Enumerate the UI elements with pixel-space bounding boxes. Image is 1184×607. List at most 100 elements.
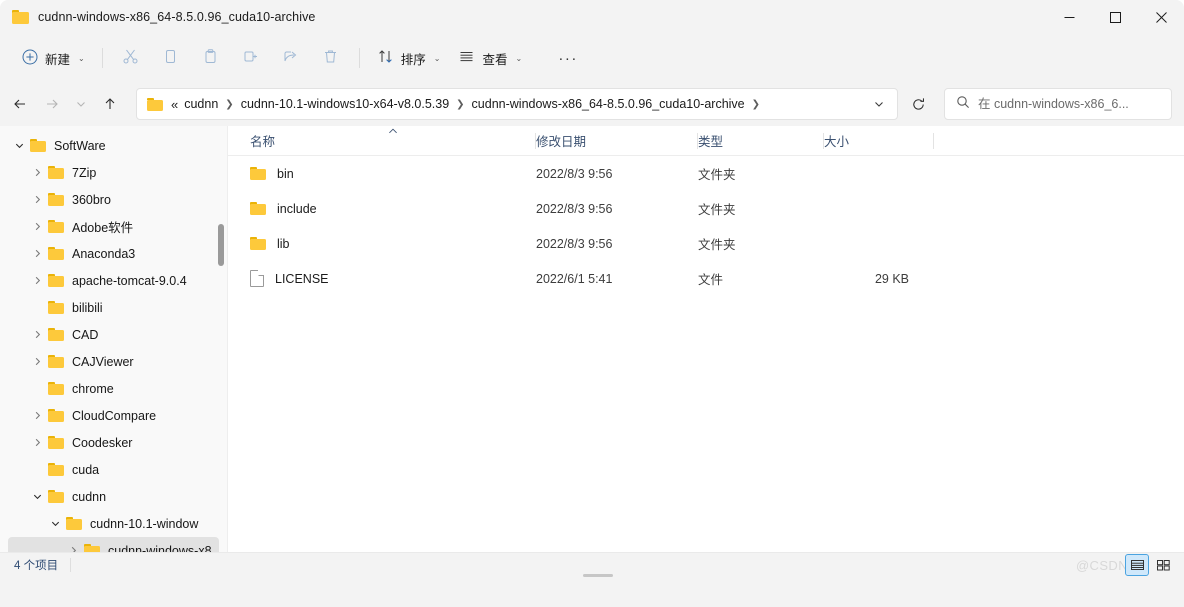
address-dropdown-button[interactable]: [865, 90, 893, 118]
file-name-cell: LICENSE: [250, 270, 536, 287]
toolbar-divider: [101, 48, 103, 68]
status-bar: 4 个项目 @CSDN: [0, 552, 1184, 577]
sidebar-scrollbar-thumb[interactable]: [218, 224, 224, 266]
tree-item-anaconda3[interactable]: Anaconda3: [8, 240, 219, 267]
refresh-button[interactable]: [902, 88, 934, 120]
column-header-size[interactable]: 大小: [824, 126, 934, 156]
tree-item-label: Coodesker: [72, 435, 133, 450]
tree-item-cudnn[interactable]: cudnn: [8, 483, 219, 510]
chevron-right-icon[interactable]: [26, 437, 48, 448]
new-button[interactable]: 新建 ⌄: [14, 42, 93, 74]
tree-item-cuda[interactable]: cuda: [8, 456, 219, 483]
share-icon: [282, 48, 299, 68]
chevron-right-icon[interactable]: [26, 329, 48, 340]
view-button-label: 查看: [482, 52, 508, 67]
chevron-right-icon[interactable]: [62, 545, 84, 552]
more-options-button[interactable]: ···: [549, 42, 587, 74]
chevron-down-icon: ⌄: [515, 53, 523, 63]
paste-button[interactable]: [192, 42, 230, 74]
file-type-cell: 文件夹: [698, 168, 736, 182]
table-row[interactable]: bin 2022/8/3 9:56 文件夹: [228, 156, 1178, 191]
window-controls: [1046, 0, 1184, 34]
horizontal-scrollbar[interactable]: [0, 574, 1184, 577]
back-button[interactable]: [4, 88, 36, 120]
toolbar-divider-2: [358, 48, 360, 68]
scissors-icon: [122, 48, 139, 68]
folder-icon: [30, 139, 46, 152]
tree-item-360bro[interactable]: 360bro: [8, 186, 219, 213]
cut-button[interactable]: [112, 42, 150, 74]
item-count-label: 4 个项目: [14, 560, 59, 572]
tree-item-coodesker[interactable]: Coodesker: [8, 429, 219, 456]
chevron-down-icon[interactable]: [44, 518, 66, 529]
file-rows: bin 2022/8/3 9:56 文件夹 include 2022/8/3 9:56 文…: [228, 156, 1184, 552]
details-view-icon[interactable]: [1125, 554, 1149, 576]
folder-icon: [48, 328, 64, 341]
breadcrumb-item-2[interactable]: cudnn-windows-x86_64-8.5.0.96_cuda10-arc…: [468, 94, 749, 114]
chevron-right-icon[interactable]: [26, 275, 48, 286]
horizontal-scrollbar-thumb[interactable]: [583, 574, 613, 577]
chevron-right-icon[interactable]: [26, 194, 48, 205]
breadcrumb-overflow[interactable]: «: [171, 97, 180, 112]
folder-icon: [250, 167, 266, 180]
column-header-date[interactable]: 修改日期: [536, 126, 698, 156]
column-resize-handle[interactable]: [933, 132, 934, 149]
tree-item-adobe[interactable]: Adobe软件: [8, 213, 219, 240]
folder-icon: [48, 247, 64, 260]
tree-item-software[interactable]: SoftWare: [8, 132, 219, 159]
file-type-cell: 文件: [698, 273, 724, 287]
chevron-right-icon[interactable]: [26, 167, 48, 178]
watermark: @CSDN: [1075, 558, 1128, 573]
folder-icon: [48, 490, 64, 503]
column-header-label: 修改日期: [536, 135, 587, 149]
column-header-label: 大小: [824, 135, 850, 149]
breadcrumb-item-1[interactable]: cudnn-10.1-windows10-x64-v8.0.5.39: [237, 94, 453, 114]
view-button[interactable]: 查看 ⌄: [450, 42, 530, 74]
table-row[interactable]: lib 2022/8/3 9:56 文件夹: [228, 226, 1178, 261]
maximize-icon[interactable]: [1092, 0, 1138, 34]
tree-item-label: CAJViewer: [72, 354, 134, 369]
search-input[interactable]: [978, 97, 1163, 111]
tree-item-label: cudnn: [72, 489, 107, 504]
folder-icon: [48, 436, 64, 449]
delete-button[interactable]: [312, 42, 350, 74]
tree-item-cad[interactable]: CAD: [8, 321, 219, 348]
chevron-down-icon[interactable]: [26, 491, 48, 502]
chevron-right-icon[interactable]: [26, 356, 48, 367]
tree-item-chrome[interactable]: chrome: [8, 375, 219, 402]
tree-item-cudnn-windows-x8[interactable]: cudnn-windows-x8: [8, 537, 219, 552]
share-button[interactable]: [272, 42, 310, 74]
tree-item-bilibili[interactable]: bilibili: [8, 294, 219, 321]
column-header-type[interactable]: 类型: [698, 126, 824, 156]
up-button[interactable]: [94, 88, 126, 120]
breadcrumb-item-0[interactable]: cudnn: [180, 94, 222, 114]
chevron-right-icon[interactable]: [26, 221, 48, 232]
recent-locations-button[interactable]: [68, 88, 94, 120]
search-icon: [956, 95, 970, 114]
chevron-down-icon[interactable]: [8, 140, 30, 151]
chevron-right-icon[interactable]: [26, 410, 48, 421]
tree-item-apache-tomcat-9-0-4[interactable]: apache-tomcat-9.0.4: [8, 267, 219, 294]
tree-item-7zip[interactable]: 7Zip: [8, 159, 219, 186]
status-divider: [70, 558, 72, 572]
sort-button[interactable]: 排序 ⌄: [369, 42, 449, 74]
tree-item-cloudcompare[interactable]: CloudCompare: [8, 402, 219, 429]
file-type-cell: 文件夹: [698, 203, 736, 217]
chevron-right-icon[interactable]: [26, 248, 48, 259]
file-size-cell: 29 KB: [874, 271, 909, 286]
tree-item-cudnn-10-1-window[interactable]: cudnn-10.1-window: [8, 510, 219, 537]
large-icons-view-icon[interactable]: [1152, 555, 1174, 575]
copy-button[interactable]: [152, 42, 190, 74]
chevron-right-icon: ❯: [751, 98, 761, 110]
close-icon[interactable]: [1138, 0, 1184, 34]
table-row[interactable]: include 2022/8/3 9:56 文件夹: [228, 191, 1178, 226]
minimize-icon[interactable]: [1046, 0, 1092, 34]
forward-button[interactable]: [36, 88, 68, 120]
tree-item-cajviewer[interactable]: CAJViewer: [8, 348, 219, 375]
column-header-name[interactable]: 名称: [250, 126, 536, 156]
folder-icon: [48, 220, 64, 233]
table-row[interactable]: LICENSE 2022/6/1 5:41 文件 29 KB: [228, 261, 1178, 296]
rename-button[interactable]: [232, 42, 270, 74]
address-bar[interactable]: « cudnn ❯ cudnn-10.1-windows10-x64-v8.0.…: [136, 88, 898, 120]
search-box[interactable]: [944, 88, 1172, 120]
